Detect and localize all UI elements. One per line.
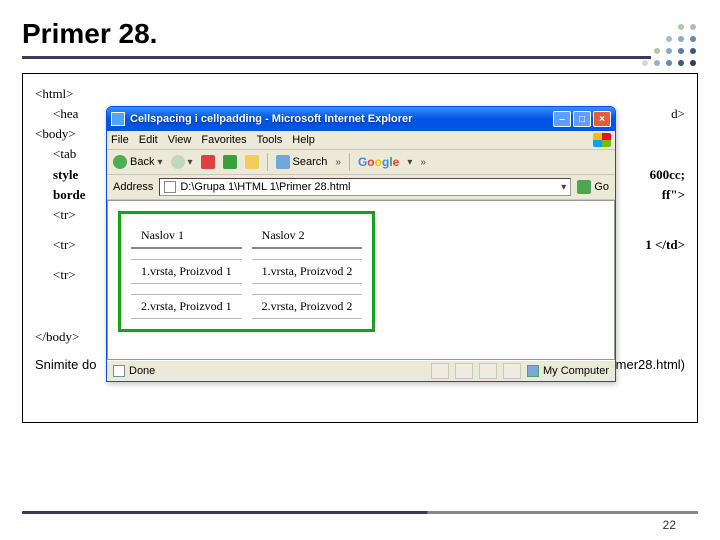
table-row: 2.vrsta, Proizvod 1 2.vrsta, Proizvod 2 <box>131 294 362 319</box>
address-input[interactable]: D:\Grupa 1\HTML 1\Primer 28.html ▾ <box>159 178 571 196</box>
back-button[interactable]: Back ▾ <box>113 155 163 169</box>
code-line: borde <box>53 185 86 205</box>
code-line: d> <box>671 104 685 124</box>
status-pane <box>503 363 521 379</box>
window-title: Cellspacing i cellpadding - Microsoft In… <box>130 113 553 125</box>
stop-button[interactable] <box>201 155 215 169</box>
page-icon <box>113 365 125 377</box>
page-icon <box>164 181 176 193</box>
ie-logo-icon <box>111 112 125 126</box>
stop-icon <box>201 155 215 169</box>
table-header-cell: Naslov 2 <box>252 224 363 249</box>
menu-edit[interactable]: Edit <box>139 134 158 146</box>
close-button[interactable]: × <box>593 111 611 127</box>
go-icon <box>577 180 591 194</box>
footer-divider <box>22 511 698 514</box>
code-line: ff"> <box>662 185 685 205</box>
home-button[interactable] <box>245 155 259 169</box>
code-line: 1 </td> <box>645 235 685 255</box>
google-toolbar-logo[interactable]: Google <box>358 155 399 169</box>
security-zone: My Computer <box>527 365 609 377</box>
search-icon <box>276 155 290 169</box>
chevron-down-icon: ▾ <box>188 157 193 168</box>
status-text: Done <box>129 365 155 377</box>
menu-favorites[interactable]: Favorites <box>201 134 246 146</box>
home-icon <box>245 155 259 169</box>
titlebar[interactable]: Cellspacing i cellpadding - Microsoft In… <box>107 107 615 131</box>
status-pane <box>455 363 473 379</box>
menu-tools[interactable]: Tools <box>257 134 283 146</box>
code-line: 600cc; <box>650 165 685 185</box>
code-line: <tr> <box>53 235 76 255</box>
demo-table: Naslov 1 Naslov 2 1.vrsta, Proizvod 1 1.… <box>118 211 375 332</box>
zone-label: My Computer <box>543 365 609 377</box>
page-content: Naslov 1 Naslov 2 1.vrsta, Proizvod 1 1.… <box>107 200 615 360</box>
table-row: 1.vrsta, Proizvod 1 1.vrsta, Proizvod 2 <box>131 259 362 284</box>
code-line: <body> <box>35 126 76 141</box>
slide-title: Primer 28. <box>22 18 651 59</box>
chevron-down-icon[interactable]: ▾ <box>561 182 566 193</box>
status-done: Done <box>113 365 155 377</box>
save-hint: mer28.html) <box>616 355 685 375</box>
menu-bar: File Edit View Favorites Tools Help <box>107 131 615 150</box>
back-label: Back <box>130 156 154 168</box>
code-line: <tr> <box>53 207 76 222</box>
menu-help[interactable]: Help <box>292 134 315 146</box>
slide-container: Primer 28. <html> <hea d> <body> <tab sty… <box>0 0 720 540</box>
status-bar: Done My Computer <box>107 360 615 381</box>
address-bar: Address D:\Grupa 1\HTML 1\Primer 28.html… <box>107 175 615 200</box>
forward-icon <box>171 155 185 169</box>
more-toolbar-icon[interactable]: » <box>335 157 341 168</box>
table-header-row: Naslov 1 Naslov 2 <box>131 224 362 249</box>
table-cell: 1.vrsta, Proizvod 2 <box>252 259 363 284</box>
code-line: <html> <box>35 86 74 101</box>
menu-view[interactable]: View <box>168 134 192 146</box>
code-line: <tab <box>53 146 76 161</box>
code-line: style <box>53 165 78 185</box>
table-cell: 2.vrsta, Proizvod 2 <box>252 294 363 319</box>
status-pane <box>431 363 449 379</box>
back-icon <box>113 155 127 169</box>
corner-dot-decoration <box>642 22 698 78</box>
address-value: D:\Grupa 1\HTML 1\Primer 28.html <box>180 181 350 193</box>
more-toolbar-icon[interactable]: » <box>420 157 426 168</box>
search-button[interactable]: Search <box>276 155 328 169</box>
table-cell: 1.vrsta, Proizvod 1 <box>131 259 242 284</box>
table-header-cell: Naslov 1 <box>131 224 242 249</box>
forward-button[interactable]: ▾ <box>171 155 193 169</box>
windows-flag-icon <box>593 133 611 147</box>
toolbar: Back ▾ ▾ Search » Google ▾ » <box>107 150 615 175</box>
maximize-button[interactable]: □ <box>573 111 591 127</box>
save-hint: Snimite do <box>35 355 96 375</box>
minimize-button[interactable]: – <box>553 111 571 127</box>
go-label: Go <box>594 181 609 193</box>
code-line: <hea <box>53 104 78 124</box>
chevron-down-icon: ▾ <box>157 157 162 168</box>
code-line: <tr> <box>53 267 76 282</box>
code-line: </body> <box>35 329 79 344</box>
refresh-button[interactable] <box>223 155 237 169</box>
chevron-down-icon: ▾ <box>407 157 412 168</box>
search-label: Search <box>293 156 328 168</box>
refresh-icon <box>223 155 237 169</box>
page-number: 22 <box>663 518 676 532</box>
go-button[interactable]: Go <box>577 180 609 194</box>
browser-window: Cellspacing i cellpadding - Microsoft In… <box>106 106 616 382</box>
table-cell: 2.vrsta, Proizvod 1 <box>131 294 242 319</box>
status-pane <box>479 363 497 379</box>
address-label: Address <box>113 181 153 193</box>
menu-file[interactable]: File <box>111 134 129 146</box>
computer-icon <box>527 365 539 377</box>
